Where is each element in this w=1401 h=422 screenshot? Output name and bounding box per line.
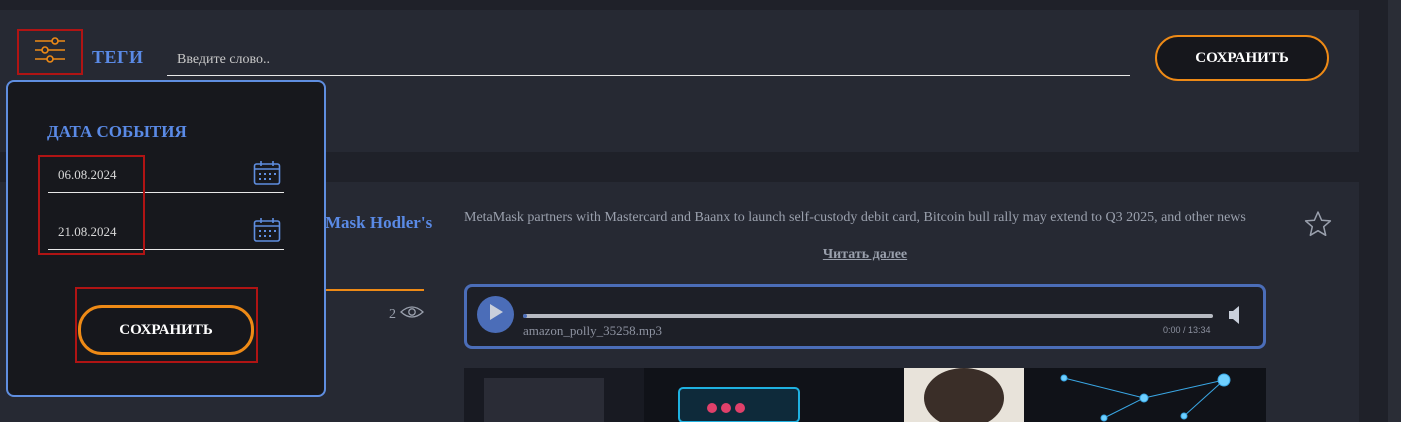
scrollbar[interactable] — [1388, 0, 1401, 422]
calendar-icon[interactable] — [253, 160, 281, 190]
play-button[interactable] — [477, 296, 514, 333]
filter-toggle-button[interactable] — [17, 29, 83, 75]
article-summary: MetaMask partners with Mastercard and Ba… — [464, 210, 1246, 225]
article-title[interactable]: Mask Hodler's — [325, 212, 435, 234]
tags-label[interactable]: ТЕГИ — [92, 47, 143, 68]
audio-progress-fill — [523, 314, 527, 318]
volume-icon[interactable] — [1228, 304, 1246, 331]
date-save-button[interactable]: СОХРАНИТЬ — [78, 305, 254, 355]
read-more-link[interactable]: Читать далее — [464, 247, 1266, 263]
header-save-button[interactable]: СОХРАНИТЬ — [1155, 35, 1329, 81]
star-icon[interactable] — [1304, 210, 1332, 243]
sliders-icon — [33, 36, 67, 68]
audio-progress-track[interactable] — [523, 314, 1213, 318]
article-image — [464, 368, 1266, 422]
audio-time: 0:00 / 13:34 — [1163, 325, 1211, 335]
audio-filename: amazon_polly_35258.mp3 — [523, 323, 663, 338]
play-icon — [488, 303, 504, 326]
calendar-icon[interactable] — [253, 217, 281, 247]
title-underline — [325, 289, 424, 291]
views-count: 2 — [389, 306, 396, 322]
views-counter: 2 — [389, 305, 424, 324]
date-filter-title: ДАТА СОБЫТИЯ — [47, 122, 187, 141]
tag-search-input[interactable] — [167, 44, 1130, 76]
eye-icon — [400, 305, 424, 324]
date-fields-highlight — [38, 155, 145, 255]
